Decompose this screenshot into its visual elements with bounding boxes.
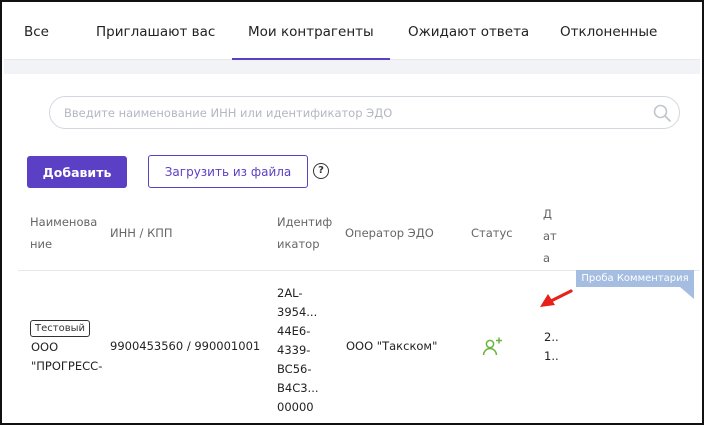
app-frame: Все Приглашают вас Мои контрагенты Ожида… <box>0 0 704 425</box>
inn-kpp-value: 9900453560 / 990001001 <box>110 339 261 353</box>
comment-fold <box>680 287 694 299</box>
upload-from-file-button[interactable]: Загрузить из файла <box>148 155 308 188</box>
identifier-value: 2AL- 3954... 44E6- 4339- BC56- B4C3... 0… <box>277 286 319 414</box>
counterparty-name: ООО "ПРОГРЕСС- <box>31 340 103 373</box>
search-icon[interactable] <box>652 103 672 123</box>
add-button[interactable]: Добавить <box>27 156 127 188</box>
test-badge: Тестовый <box>30 320 90 337</box>
edo-operator-value: ООО "Такском" <box>346 339 438 353</box>
date-value: 2.. 1.. <box>544 330 559 363</box>
tab-band <box>4 60 700 74</box>
user-add-icon[interactable] <box>481 336 503 358</box>
column-header-date[interactable]: Д ат а <box>543 203 557 269</box>
column-header-edo-operator[interactable]: Оператор ЭДО <box>345 222 434 244</box>
tab-awaiting-response[interactable]: Ожидают ответа <box>408 4 529 60</box>
column-header-name[interactable]: Наименова ние <box>30 211 97 255</box>
tab-all[interactable]: Все <box>24 4 49 60</box>
comment-label: Проба Комментария <box>576 270 694 287</box>
column-header-identifier[interactable]: Идентиф икатор <box>277 211 332 255</box>
pointer-arrow-icon <box>540 289 573 307</box>
tab-rejected[interactable]: Отклоненные <box>560 4 657 60</box>
tab-invite-you[interactable]: Приглашают вас <box>96 4 215 60</box>
column-header-status[interactable]: Статус <box>471 222 513 244</box>
search-input[interactable] <box>49 96 680 129</box>
column-header-inn-kpp[interactable]: ИНН / КПП <box>110 222 173 244</box>
tab-my-counterparties[interactable]: Мои контрагенты <box>232 4 390 60</box>
tab-bar: Все Приглашают вас Мои контрагенты Ожида… <box>4 4 700 60</box>
help-icon[interactable]: ? <box>313 163 329 179</box>
